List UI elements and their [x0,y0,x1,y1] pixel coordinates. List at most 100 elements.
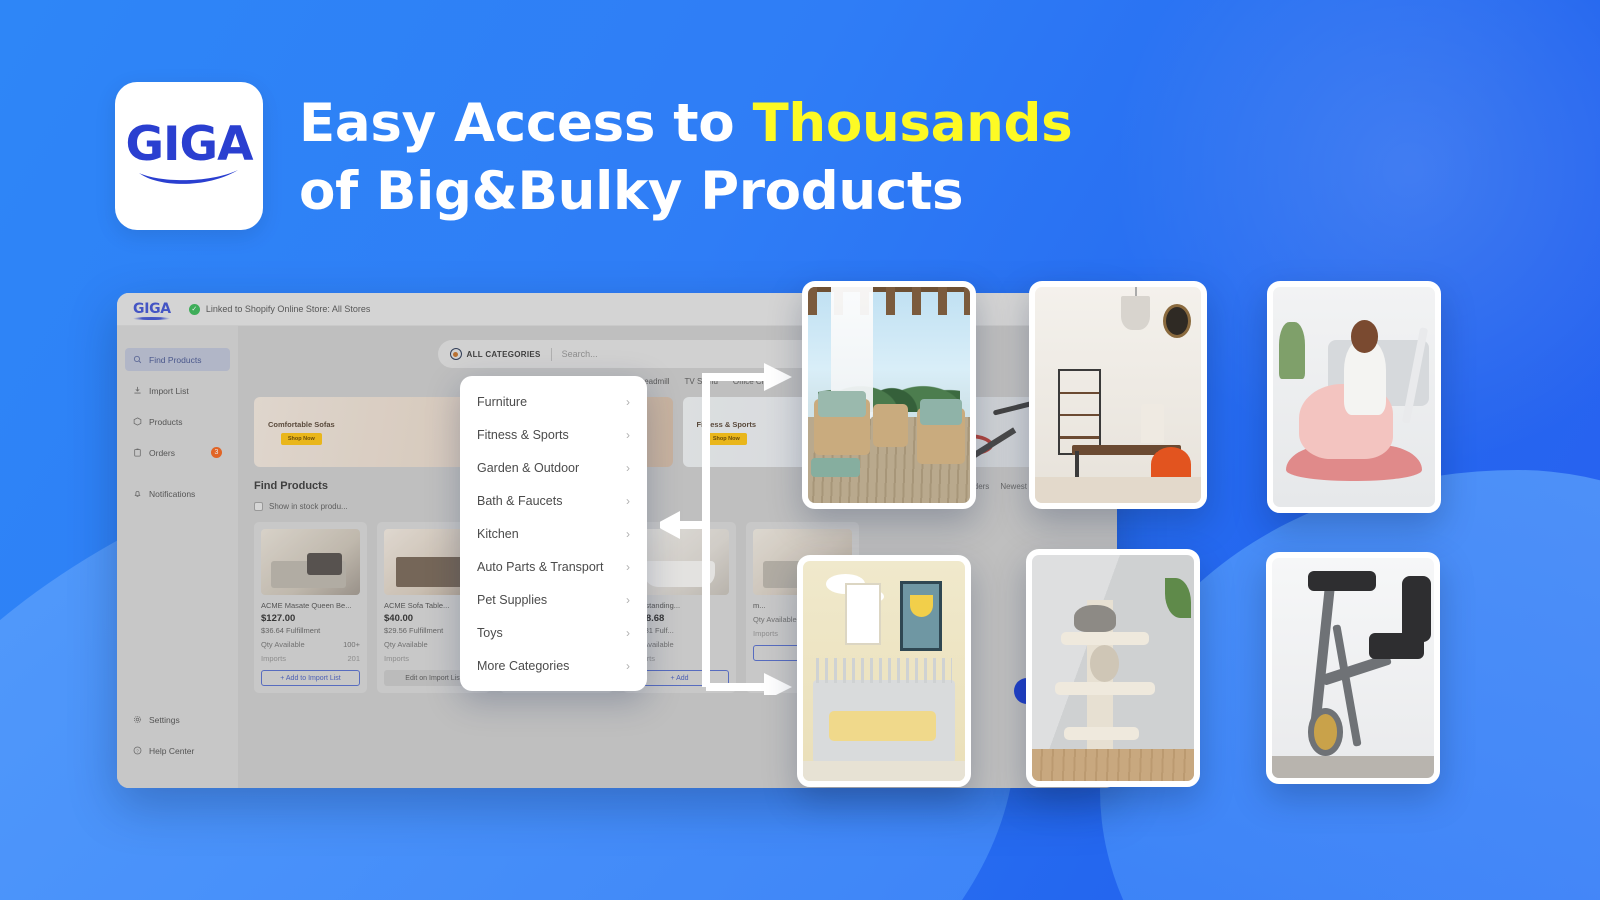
import-icon [134,386,141,394]
search-divider [550,347,552,361]
menu-item-furniture[interactable]: Furniture › [460,385,647,418]
product-fulfillment: $36.64 Fulfillment [261,626,321,635]
photo-home-office-desk [1029,281,1207,509]
headline-accent: Thousands [752,93,1073,154]
menu-item-label: Toys [477,625,503,640]
hero-header: GIGA Easy Access to Thousands of Big&Bul… [115,82,1073,230]
photo-content [808,287,970,503]
stock-filter-checkbox[interactable] [254,502,263,511]
menu-item-label: Pet Supplies [477,592,548,607]
qty-label: Qty Available [261,640,305,649]
chevron-right-icon: › [626,559,630,574]
tag-tv-stand[interactable]: TV Stand [685,377,718,386]
tag-office-chair[interactable]: Office Ch... [733,377,773,386]
sidebar-item-label: Settings [149,714,180,725]
sort-option-newest[interactable]: Newest [1000,482,1027,491]
menu-item-fitness-sports[interactable]: Fitness & Sports › [460,418,647,451]
chevron-right-icon: › [626,592,630,607]
add-to-import-list-button[interactable]: + Add to Import List [261,670,360,686]
chevron-right-icon: › [626,625,630,640]
photo-exercise-bike [1266,552,1440,784]
chevron-right-icon: › [626,427,630,442]
all-categories-label: ALL CATEGORIES [466,349,541,359]
check-circle-icon: ✓ [188,303,200,315]
photo-content [803,561,965,781]
qty-label: Qty Available [753,615,797,624]
product-grid: ACME Masate Queen Be... $127.00 $36.64 F… [254,522,1101,693]
photo-content [1032,555,1194,781]
product-title: ACME Masate Queen Be... [261,601,352,610]
menu-item-label: Bath & Faucets [477,493,563,508]
page-title: Find Products [254,480,328,492]
clipboard-icon [134,448,141,457]
banner-cta-button[interactable]: Shop Now [705,433,747,446]
qty-label: Qty Available [384,640,428,649]
photo-content [1273,287,1435,507]
menu-item-label: Auto Parts & Transport [477,559,604,574]
box-icon [133,417,142,426]
sidebar-item-label: Find Products [149,354,202,365]
menu-item-kitchen[interactable]: Kitchen › [460,517,647,550]
photo-content [1035,287,1201,503]
grid-circle-icon [449,348,462,360]
brand-logo-text: GIGA [125,116,253,172]
headline-line-1: Easy Access to Thousands [299,90,1073,158]
orders-badge: 3 [211,447,222,458]
headline-line-2: of Big&Bulky Products [299,160,964,222]
menu-item-label: Garden & Outdoor [477,460,580,475]
sidebar: Find Products Import List Products Order… [117,326,238,788]
chevron-right-icon: › [626,658,630,673]
svg-text:?: ? [136,748,139,753]
menu-item-auto-parts-transport[interactable]: Auto Parts & Transport › [460,550,647,583]
sidebar-item-products[interactable]: Products [125,410,230,433]
app-logo[interactable]: GIGA [133,301,171,320]
sidebar-item-help-center[interactable]: ? Help Center [125,739,230,762]
menu-item-label: Fitness & Sports [477,427,569,442]
brand-logo: GIGA [115,82,263,230]
banner-cta-button[interactable]: Shop Now [280,433,322,446]
app-content: ALL CATEGORIES Search... Trampoline Trea… [238,326,1117,788]
menu-item-pet-supplies[interactable]: Pet Supplies › [460,583,647,616]
imports-label: Imports [384,654,410,663]
chevron-right-icon: › [626,460,630,475]
stock-filter-label: Show in stock produ... [269,502,348,511]
qty-value: 100+ [343,640,360,649]
sidebar-item-label: Notifications [149,488,196,499]
menu-item-bath-faucets[interactable]: Bath & Faucets › [460,484,647,517]
banner-text: Comfortable Sofas Shop Now [268,419,335,446]
bell-icon [134,491,141,498]
gear-icon [133,715,142,724]
chevron-right-icon: › [626,526,630,541]
sidebar-bottom: Settings ? Help Center [117,708,238,788]
product-image [261,529,360,595]
sidebar-item-notifications[interactable]: Notifications [125,482,230,505]
logo-swoosh-icon [139,170,238,185]
banner-text: Fitness & Sports Shop Now [696,419,757,446]
photo-cat-tree-tower [1026,549,1200,787]
chevron-right-icon: › [626,493,630,508]
imports-value: 201 [347,654,360,663]
table-row[interactable]: ACME Masate Queen Be... $127.00 $36.64 F… [254,522,367,693]
photo-kids-rocking-horse [1267,281,1441,513]
sidebar-item-orders[interactable]: Orders 3 [125,441,230,464]
sidebar-item-label: Import List [149,385,189,396]
stock-filter[interactable]: Show in stock produ... [254,502,1101,511]
search-input[interactable]: Search... [562,349,598,359]
imports-label: Imports [753,629,779,638]
all-categories-button[interactable]: ALL CATEGORIES [449,348,541,360]
banner-title: Comfortable Sofas [268,419,335,429]
store-status-label: Linked to Shopify Online Store: All Stor… [205,304,371,314]
search-icon [133,355,142,364]
banner-title: Fitness & Sports [696,419,757,429]
menu-item-more-categories[interactable]: More Categories › [460,649,647,682]
imports-label: Imports [261,654,287,663]
sidebar-item-find-products[interactable]: Find Products [125,348,230,371]
sidebar-item-import-list[interactable]: Import List [125,379,230,402]
sidebar-item-settings[interactable]: Settings [125,708,230,731]
headline: Easy Access to Thousands of Big&Bulky Pr… [299,82,1073,226]
menu-item-garden-outdoor[interactable]: Garden & Outdoor › [460,451,647,484]
chevron-right-icon: › [626,394,630,409]
store-status: ✓ Linked to Shopify Online Store: All St… [188,303,371,315]
menu-item-toys[interactable]: Toys › [460,616,647,649]
